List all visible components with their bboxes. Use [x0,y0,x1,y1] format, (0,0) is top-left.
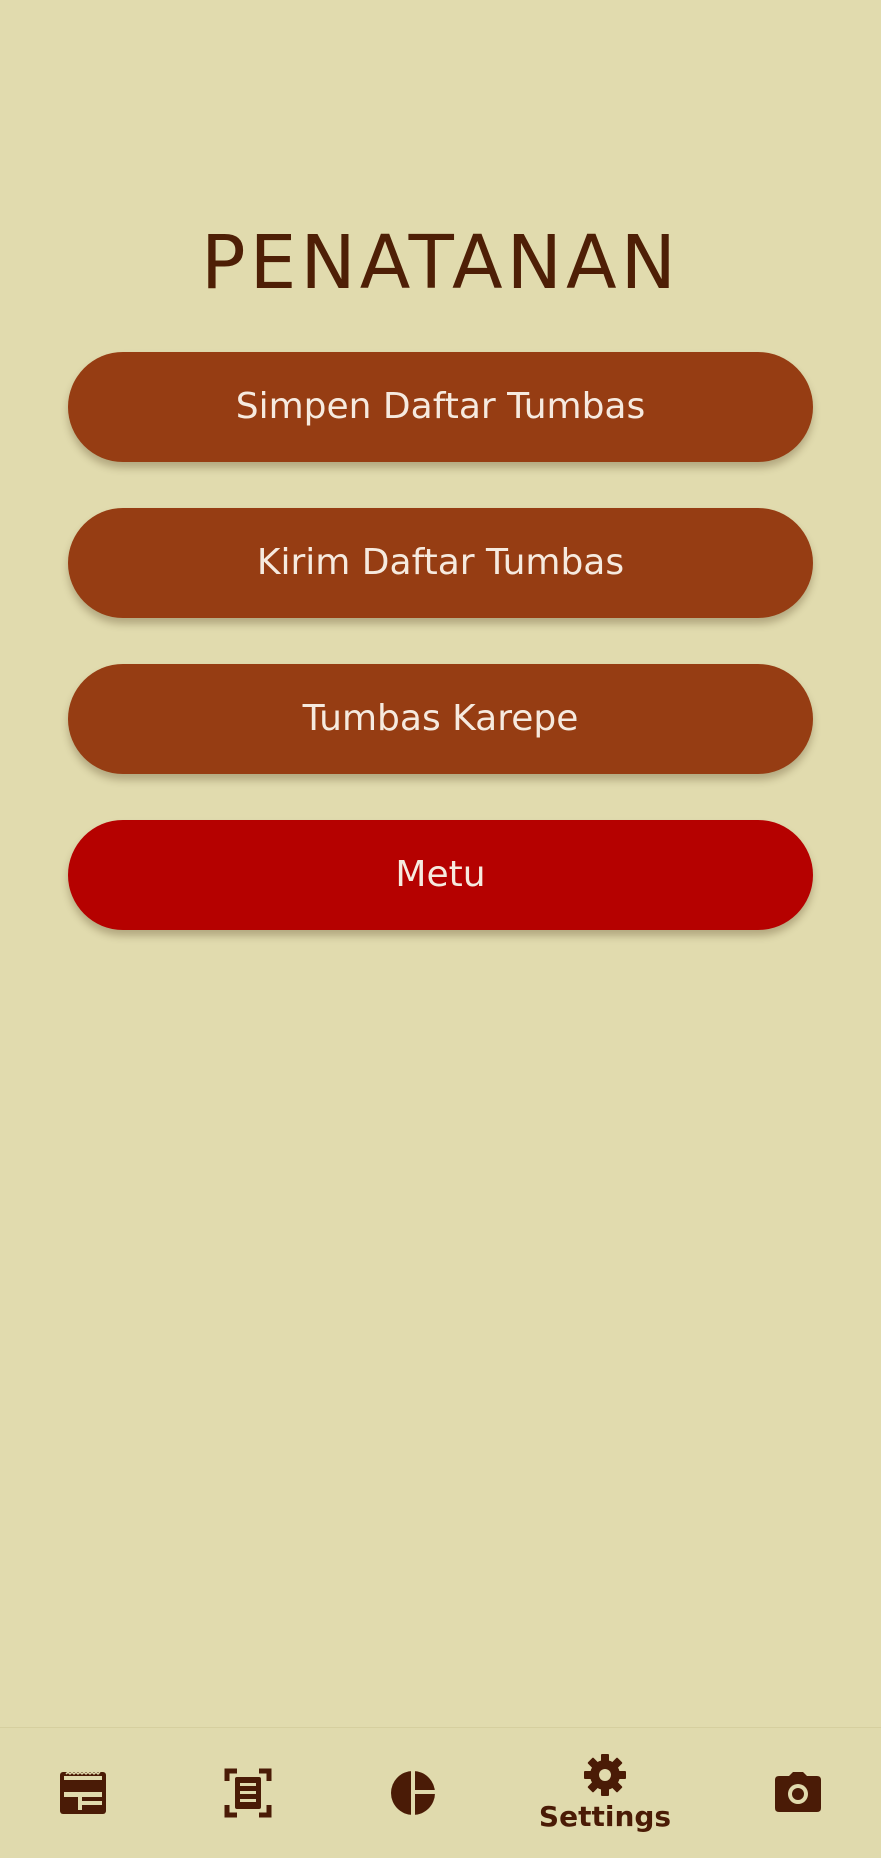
exit-button[interactable]: Metu [68,820,813,930]
gear-icon [583,1753,627,1797]
custom-purchase-button[interactable]: Tumbas Karepe [68,664,813,774]
nav-item-settings[interactable]: Settings [539,1728,671,1858]
nav-item-scan[interactable] [188,1728,308,1858]
list-table-icon [58,1770,108,1816]
settings-screen: PENATANAN Simpen Daftar Tumbas Kirim Daf… [0,0,881,1858]
camera-icon [773,1772,823,1814]
save-shopping-list-button[interactable]: Simpen Daftar Tumbas [68,352,813,462]
send-shopping-list-button[interactable]: Kirim Daftar Tumbas [68,508,813,618]
pie-chart-icon [389,1769,437,1817]
bottom-navigation: Settings [0,1727,881,1858]
document-scan-icon [223,1767,273,1819]
page-title: PENATANAN [200,219,681,306]
nav-label-settings: Settings [538,1800,672,1833]
settings-menu: Simpen Daftar Tumbas Kirim Daftar Tumbas… [68,352,813,976]
nav-item-camera[interactable] [738,1728,858,1858]
nav-item-list[interactable] [23,1728,143,1858]
nav-item-statistics[interactable] [353,1728,473,1858]
